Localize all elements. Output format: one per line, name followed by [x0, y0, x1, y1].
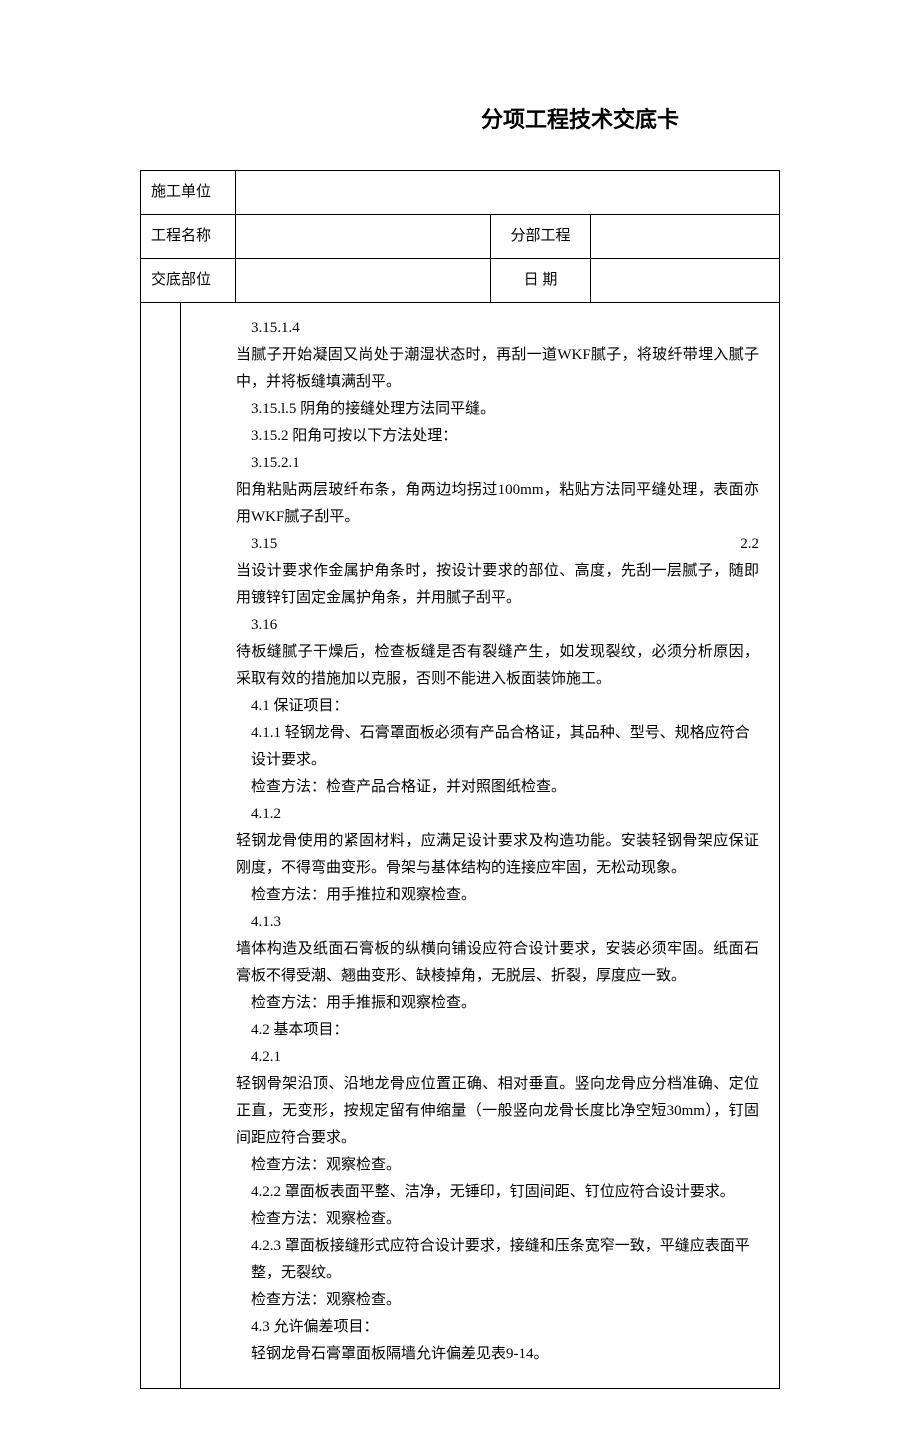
clause-4-2: 4.2 基本项目：: [236, 1017, 759, 1044]
clause-4-3-text: 轻钢龙骨石膏罩面板隔墙允许偏差见表9-14。: [236, 1341, 759, 1368]
clause-4-2-3: 4.2.3 罩面板接缝形式应符合设计要求，接缝和压条宽窄一致，平缝应表面平整，无…: [236, 1233, 759, 1287]
clause-4-1-3-check: 检查方法：用手推振和观察检查。: [236, 990, 759, 1017]
value-subproject: [591, 214, 780, 258]
clause-4-2-1-text: 轻钢骨架沿顶、沿地龙骨应位置正确、相对垂直。竖向龙骨应分档准确、定位正直，无变形…: [236, 1071, 759, 1152]
clause-3-15-2-1-text: 阳角粘贴两层玻纤布条，角两边均拐过100mm，粘贴方法同平缝处理，表面亦用WKF…: [236, 477, 759, 531]
content-cell: 3.15.1.4 当腻子开始凝固又尚处于潮湿状态时，再刮一道WKF腻子，将玻纤带…: [181, 303, 780, 1389]
clause-4-1-1: 4.1.1 轻钢龙骨、石膏罩面板必须有产品合格证，其品种、型号、规格应符合设计要…: [236, 720, 759, 774]
clause-3-16-text: 待板缝腻子干燥后，检查板缝是否有裂缝产生，如发现裂纹，必须分析原因，采取有效的措…: [236, 639, 759, 693]
clause-num-left: 3.15: [251, 531, 277, 558]
clause-3-15-1-5: 3.15.l.5 阴角的接缝处理方法同平缝。: [236, 396, 759, 423]
header-row-3: 交底部位 日 期: [141, 258, 780, 302]
value-construction-unit: [236, 170, 780, 214]
clause-3-15-2-2-text: 当设计要求作金属护角条时，按设计要求的部位、高度，先刮一层腻子，随即用镀锌钉固定…: [236, 558, 759, 612]
content-table: 3.15.1.4 当腻子开始凝固又尚处于潮湿状态时，再刮一道WKF腻子，将玻纤带…: [140, 303, 780, 1389]
label-disclosure-part: 交底部位: [141, 258, 236, 302]
label-project-name: 工程名称: [141, 214, 236, 258]
value-project-name: [236, 214, 491, 258]
clause-4-1-2-check: 检查方法：用手推拉和观察检查。: [236, 882, 759, 909]
label-date: 日 期: [491, 258, 591, 302]
clause-3-15-2-1-num: 3.15.2.1: [236, 450, 759, 477]
clause-4-2-3-check: 检查方法：观察检查。: [236, 1287, 759, 1314]
value-disclosure-part: [236, 258, 491, 302]
label-construction-unit: 施工单位: [141, 170, 236, 214]
clause-3-15-1-4-num: 3.15.1.4: [236, 315, 759, 342]
clause-4-2-2: 4.2.2 罩面板表面平整、洁净，无锤印，钉固间距、钉位应符合设计要求。: [236, 1179, 759, 1206]
header-row-2: 工程名称 分部工程: [141, 214, 780, 258]
clause-4-1-3-num: 4.1.3: [236, 909, 759, 936]
label-subproject: 分部工程: [491, 214, 591, 258]
left-stub-cell: [141, 303, 181, 1389]
clause-4-2-1-check: 检查方法：观察检查。: [236, 1152, 759, 1179]
clause-4-1-1-check: 检查方法：检查产品合格证，并对照图纸检查。: [236, 774, 759, 801]
clause-4-1-3-text: 墙体构造及纸面石膏板的纵横向铺设应符合设计要求，安装必须牢固。纸面石膏板不得受潮…: [236, 936, 759, 990]
header-table: 施工单位 工程名称 分部工程 交底部位 日 期: [140, 170, 780, 303]
clause-3-15-2: 3.15.2 阳角可按以下方法处理：: [236, 423, 759, 450]
header-row-1: 施工单位: [141, 170, 780, 214]
clause-3-15-2-2-num: 3.15 2.2: [236, 531, 759, 558]
clause-4-1-2-num: 4.1.2: [236, 801, 759, 828]
clause-4-1: 4.1 保证项目：: [236, 693, 759, 720]
value-date: [591, 258, 780, 302]
clause-num-right: 2.2: [740, 531, 759, 558]
clause-4-2-2-check: 检查方法：观察检查。: [236, 1206, 759, 1233]
clause-4-3: 4.3 允许偏差项目：: [236, 1314, 759, 1341]
document-title: 分项工程技术交底卡: [140, 100, 780, 140]
clause-4-2-1-num: 4.2.1: [236, 1044, 759, 1071]
clause-3-16-num: 3.16: [236, 612, 759, 639]
clause-4-1-2-text: 轻钢龙骨使用的紧固材料，应满足设计要求及构造功能。安装轻钢骨架应保证刚度，不得弯…: [236, 828, 759, 882]
clause-3-15-1-4-text: 当腻子开始凝固又尚处于潮湿状态时，再刮一道WKF腻子，将玻纤带埋入腻子中，并将板…: [236, 342, 759, 396]
